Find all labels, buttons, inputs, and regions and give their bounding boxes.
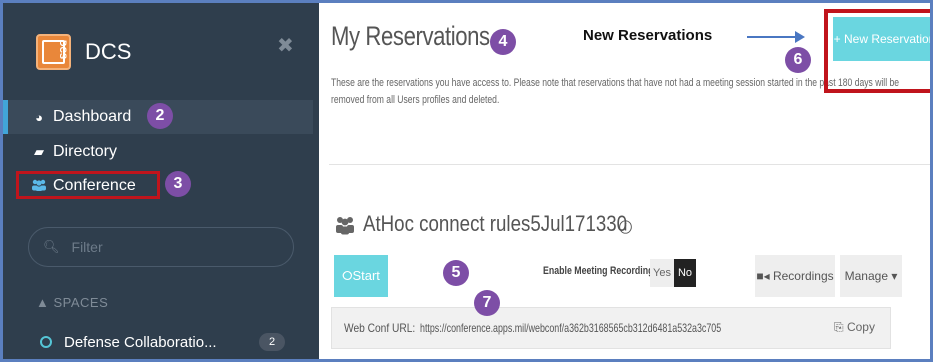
space-status-icon bbox=[40, 336, 52, 348]
camera-icon: ■◂ bbox=[756, 269, 770, 283]
new-reservation-button[interactable]: + New Reservation bbox=[833, 17, 930, 61]
annotation-badge: 2 bbox=[147, 103, 173, 129]
spaces-heading-label: SPACES bbox=[53, 295, 109, 310]
annotation-badge: 5 bbox=[443, 260, 469, 286]
recordings-button[interactable]: ■◂ Recordings bbox=[755, 255, 835, 297]
recording-label: Enable Meeting Recording: bbox=[543, 265, 657, 277]
conference-title: AtHoc connect rules5Jul171330 bbox=[363, 211, 628, 236]
url-value[interactable]: https://conference.apps.mil/webconf/a362… bbox=[420, 321, 721, 335]
space-item-label: Defense Collaboratio... bbox=[64, 333, 217, 351]
recording-no-toggle[interactable]: No bbox=[674, 259, 696, 287]
info-icon[interactable]: ⓘ bbox=[619, 217, 632, 236]
url-label: Web Conf URL: bbox=[344, 321, 416, 335]
app-name: DCS bbox=[85, 39, 132, 64]
close-icon[interactable]: ✖ bbox=[277, 33, 294, 58]
callout-arrow-icon bbox=[795, 31, 805, 43]
spaces-heading[interactable]: ▲ SPACES bbox=[36, 295, 108, 310]
copy-label: Copy bbox=[846, 320, 875, 334]
annotation-badge: 3 bbox=[165, 171, 191, 197]
annotation-badge: 4 bbox=[490, 29, 516, 55]
recording-yes-toggle[interactable]: Yes bbox=[650, 259, 674, 287]
page-title: My Reservations bbox=[331, 21, 490, 51]
screenshot-frame: DCS DCS ✖ ◕ Dashboard ▰ Directory Confer… bbox=[0, 0, 933, 362]
caret-down-icon: ▾ bbox=[891, 269, 898, 283]
recordings-label: Recordings bbox=[772, 269, 834, 283]
main-content: My Reservations These are the reservatio… bbox=[319, 3, 930, 359]
logo-text: DCS bbox=[58, 40, 68, 60]
sidebar-item-label: Dashboard bbox=[53, 108, 132, 125]
start-button-label: Start bbox=[352, 268, 380, 283]
conference-group-icon bbox=[335, 215, 355, 235]
start-button[interactable]: ⭘Start bbox=[334, 255, 388, 297]
callout-arrow-line bbox=[747, 36, 799, 38]
book-icon: ▰ bbox=[34, 144, 44, 159]
annotation-badge: 6 bbox=[785, 47, 811, 73]
sidebar: DCS DCS ✖ ◕ Dashboard ▰ Directory Confer… bbox=[3, 3, 319, 359]
space-item[interactable]: Defense Collaboratio... 2 bbox=[3, 325, 313, 359]
section-divider bbox=[329, 164, 930, 165]
dashboard-icon: ◕ bbox=[35, 109, 43, 125]
annotation-badge: 7 bbox=[474, 290, 500, 316]
new-reservations-callout: New Reservations bbox=[583, 27, 713, 44]
clipboard-icon: ⎘ bbox=[834, 320, 844, 334]
copy-button[interactable]: ⎘ Copy bbox=[834, 320, 875, 335]
dcs-logo: DCS bbox=[36, 34, 71, 70]
filter-field[interactable]: 🔍︎ bbox=[28, 227, 294, 267]
filter-input[interactable] bbox=[71, 239, 272, 255]
manage-dropdown[interactable]: Manage ▾ bbox=[840, 255, 902, 297]
web-conf-url-row: Web Conf URL: https://conference.apps.mi… bbox=[331, 307, 891, 349]
manage-label: Manage bbox=[844, 269, 888, 283]
sidebar-item-directory[interactable]: ▰ Directory bbox=[3, 135, 313, 169]
search-icon: 🔍︎ bbox=[43, 239, 60, 254]
sidebar-item-label: Directory bbox=[53, 143, 118, 160]
conference-highlight-box bbox=[16, 171, 160, 199]
space-count-badge: 2 bbox=[259, 333, 285, 351]
